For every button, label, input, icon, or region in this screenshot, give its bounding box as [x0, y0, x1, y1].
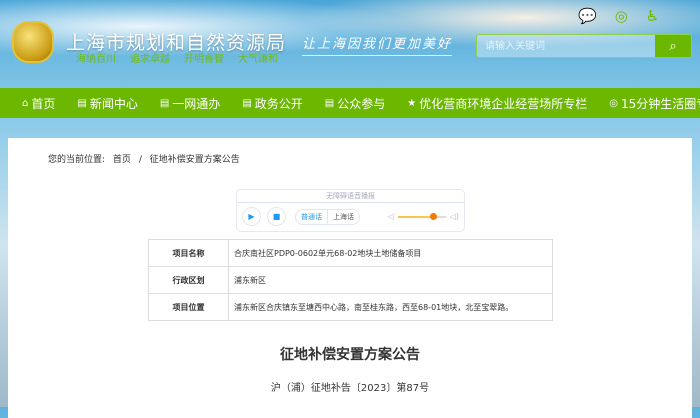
search-box: ⌕ — [476, 34, 692, 58]
doc-icon: ▤ — [324, 97, 335, 109]
volume-slider[interactable] — [397, 212, 446, 220]
nav-gov[interactable]: ▤ 政务公开 — [242, 95, 302, 112]
search-input[interactable] — [477, 35, 655, 57]
play-icon: ▶ — [248, 212, 255, 221]
doc-icon: ▤ — [159, 97, 170, 109]
table-row: 项目位置 浦东新区合庆镇东至塘西中心路，南至桂东路，西至68-01地块，北至宝翠路… — [148, 293, 553, 321]
mottos: 海纳百川 追求卓越 开明睿智 大气谦和 — [76, 50, 278, 65]
home-icon: ⌂ — [22, 97, 29, 109]
search-icon: ⌕ — [669, 38, 677, 53]
breadcrumb: 您的当前位置: 首页 / 征地补偿安置方案公告 — [48, 155, 240, 165]
motto: 开明睿智 — [184, 54, 224, 65]
audio-player: 无障碍语音播报 ▶ ■ 普通话 上海话 ◁ ◁) — [236, 189, 465, 232]
logo[interactable] — [12, 21, 54, 63]
nav-business[interactable]: ★ 优化营商环境企业经营场所专栏 — [407, 95, 587, 112]
volume-handle[interactable] — [430, 212, 438, 220]
nav-15min[interactable]: ◎15分钟生活圈专栏 — [609, 95, 700, 112]
breadcrumb-home[interactable]: 首页 — [113, 155, 131, 165]
nav-news[interactable]: ▤ 新闻中心 — [77, 95, 137, 112]
nav-service[interactable]: ▤ 一网通办 — [160, 95, 220, 112]
motto: 追求卓越 — [130, 54, 170, 65]
main-nav: ⌂ 首页 ▤ 新闻中心 ▤ 一网通办 ▤ 政务公开 ▤ 公众参与 ★ 优化营商环境企业经营场… — [0, 88, 700, 118]
stop-button[interactable]: ■ — [267, 207, 286, 226]
lang-mandarin[interactable]: 普通话 — [296, 209, 328, 224]
nav-home[interactable]: ⌂ 首页 — [22, 95, 55, 112]
table-row: 行政区划 浦东新区 — [148, 266, 553, 294]
circle-icon: ◎ — [609, 97, 618, 109]
content-panel: 您的当前位置: 首页 / 征地补偿安置方案公告 无障碍语音播报 ▶ ■ 普通话 … — [8, 138, 692, 418]
doc-icon: ▤ — [77, 97, 87, 109]
breadcrumb-current[interactable]: 征地补偿安置方案公告 — [150, 155, 240, 165]
lang-shanghainese[interactable]: 上海话 — [328, 210, 359, 224]
project-info-table: 项目名称 合庆南社区PDP0-0602单元68-02地块土地储备项目 行政区划 浦东… — [148, 239, 553, 321]
audio-title: 无障碍语音播报 — [237, 190, 464, 203]
header: 上海市规划和自然资源局 海纳百川 追求卓越 开明睿智 大气谦和 让上海因我们更加… — [0, 0, 700, 88]
weibo-icon[interactable]: ◎ — [615, 7, 628, 25]
accessibility-icon[interactable]: ♿ — [646, 7, 659, 25]
search-button[interactable]: ⌕ — [655, 35, 691, 57]
nav-public[interactable]: ▤ 公众参与 — [325, 95, 385, 112]
star-icon: ★ — [407, 97, 417, 109]
doc-icon: ▤ — [242, 97, 252, 109]
wechat-icon[interactable]: 💬 — [578, 7, 597, 25]
slogan: 让上海因我们更加美好 — [302, 33, 453, 56]
volume-low-icon: ◁ — [387, 212, 394, 221]
volume-high-icon: ◁) — [449, 212, 459, 221]
motto: 大气谦和 — [238, 54, 278, 65]
article-title: 征地补偿安置方案公告 — [280, 347, 420, 363]
play-button[interactable]: ▶ — [242, 207, 261, 226]
document-number: 沪（浦）征地补告〔2023〕第87号 — [270, 383, 430, 394]
stop-icon: ■ — [272, 212, 281, 221]
table-row: 项目名称 合庆南社区PDP0-0602单元68-02地块土地储备项目 — [148, 239, 553, 267]
motto: 海纳百川 — [76, 54, 116, 65]
